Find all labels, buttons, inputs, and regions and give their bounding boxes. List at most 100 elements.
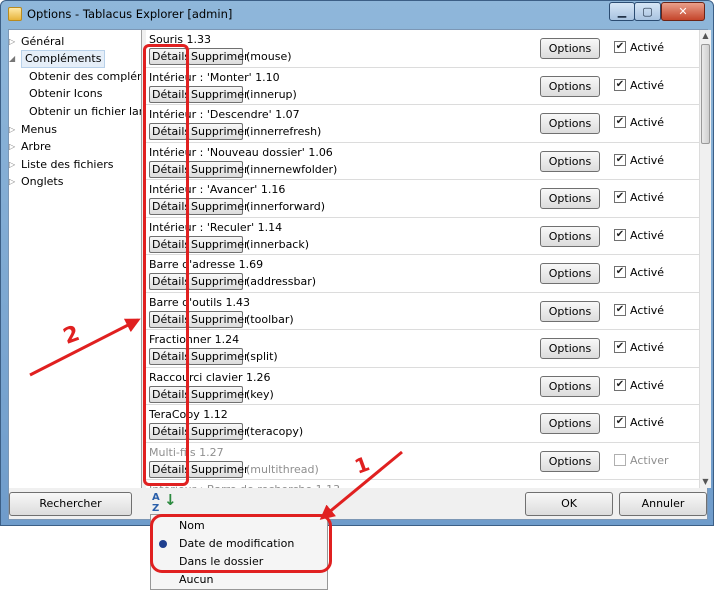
tree-expander-icon[interactable]: ▷ [9, 34, 17, 50]
sort-menu-item[interactable]: Aucun [151, 571, 327, 589]
plugin-id: (teracopy) [246, 425, 304, 438]
tree-expander-icon[interactable]: ▷ [9, 139, 17, 155]
options-button[interactable]: Options [540, 225, 600, 247]
scroll-thumb[interactable] [701, 44, 710, 144]
options-button[interactable]: Options [540, 300, 600, 322]
enable-label: Activé [630, 191, 665, 204]
tree-expander-icon[interactable]: ◢ [9, 51, 17, 67]
tree-expander-icon[interactable]: ▷ [9, 174, 17, 190]
delete-button[interactable]: Supprimer [188, 235, 249, 253]
details-button[interactable]: Détails [149, 423, 190, 440]
options-button[interactable]: Options [540, 150, 600, 172]
plugin-id: (multithread) [246, 462, 319, 476]
enable-label: Activé [630, 266, 665, 279]
enable-checkbox[interactable] [614, 453, 626, 466]
plugin-row: Souris 1.33 Détails Supprimer (mouse) Option… [146, 30, 699, 68]
delete-button[interactable]: Supprimer [188, 160, 249, 178]
enable-label: Activé [630, 416, 665, 429]
options-button[interactable]: Options [540, 375, 600, 397]
details-button[interactable]: Détails [149, 160, 190, 178]
enable-checkbox[interactable]: ✔ [614, 416, 626, 428]
minimize-button[interactable]: ▁ [609, 2, 635, 21]
options-button[interactable]: Options [540, 188, 600, 209]
details-button[interactable]: Détails [149, 310, 190, 328]
ok-button[interactable]: OK [525, 492, 613, 516]
plugin-id: (innerforward) [246, 200, 326, 213]
plugin-name: Raccourci clavier 1.26 [149, 370, 271, 384]
delete-button[interactable]: Supprimer [188, 348, 249, 365]
plugin-id: (mouse) [246, 50, 292, 63]
delete-button[interactable]: Supprimer [188, 460, 249, 478]
enable-checkbox[interactable]: ✔ [614, 78, 626, 91]
sort-az-letter-a: A [152, 492, 160, 503]
enable-label: Activé [630, 41, 665, 54]
enable-checkbox[interactable]: ✔ [614, 228, 626, 241]
enable-checkbox[interactable]: ✔ [614, 116, 626, 128]
sort-az-icon[interactable]: A Z ↓ [152, 492, 178, 516]
delete-button[interactable]: Supprimer [188, 85, 249, 103]
delete-button[interactable]: Supprimer [188, 123, 249, 140]
enable-checkbox[interactable]: ✔ [614, 341, 626, 353]
cancel-button[interactable]: Annuler [619, 492, 707, 516]
search-button[interactable]: Rechercher [9, 492, 132, 516]
details-button[interactable]: Détails [149, 235, 190, 253]
options-button[interactable]: Options [540, 450, 600, 472]
details-button[interactable]: Détails [149, 198, 190, 215]
plugin-id: (innerback) [246, 237, 310, 251]
close-button[interactable]: ✕ [661, 2, 705, 21]
enable-checkbox[interactable]: ✔ [614, 153, 626, 166]
sort-menu-item-label: Aucun [179, 573, 214, 586]
details-button[interactable]: Détails [149, 460, 190, 478]
options-button[interactable]: Options [540, 338, 600, 359]
tree-expander-icon[interactable]: ▷ [9, 122, 17, 138]
plugin-row: Multi-fils 1.27 Détails Supprimer (multithr… [146, 443, 699, 480]
options-button[interactable]: Options [540, 113, 600, 134]
options-button[interactable]: Options [540, 413, 600, 434]
tree-item-label: Obtenir Icons [29, 87, 103, 100]
sort-menu-item[interactable]: Dans le dossier [151, 553, 327, 571]
enable-label: Activé [630, 303, 665, 317]
enable-checkbox[interactable]: ✔ [614, 266, 626, 278]
delete-button[interactable]: Supprimer [188, 48, 249, 65]
enable-checkbox[interactable]: ✔ [614, 191, 626, 203]
tree-item-label: Arbre [21, 140, 52, 153]
scroll-up-icon[interactable]: ▲ [700, 30, 711, 42]
maximize-button[interactable]: ▢ [634, 2, 661, 21]
sort-menu-item[interactable]: Date de modification [151, 535, 327, 553]
delete-button[interactable]: Supprimer [188, 310, 249, 328]
enable-checkbox[interactable]: ✔ [614, 378, 626, 391]
plugin-row: TeraCopy 1.12 Détails Supprimer (teracopy) O… [146, 405, 699, 443]
plugin-name: Intérieur : 'Avancer' 1.16 [149, 183, 286, 196]
options-button[interactable]: Options [540, 75, 600, 97]
tree-expander-icon[interactable]: ▷ [9, 157, 17, 173]
plugin-id: (innernewfolder) [246, 162, 338, 176]
delete-button[interactable]: Supprimer [188, 385, 249, 403]
sort-menu-item[interactable]: Nom [151, 517, 327, 535]
plugin-row: Barre d'adresse 1.69 Détails Supprimer (add… [146, 255, 699, 293]
details-button[interactable]: Détails [149, 273, 190, 290]
delete-button[interactable]: Supprimer [188, 423, 249, 440]
details-button[interactable]: Détails [149, 385, 190, 403]
window-title: Options - Tablacus Explorer [admin] [27, 7, 233, 21]
enable-checkbox[interactable]: ✔ [614, 41, 626, 53]
tree-item-label: Liste des fichiers [21, 158, 114, 171]
plugin-id: (innerrefresh) [246, 125, 322, 138]
options-button[interactable]: Options [540, 263, 600, 284]
details-button[interactable]: Détails [149, 348, 190, 365]
enable-label: Activé [630, 116, 665, 129]
details-button[interactable]: Détails [149, 85, 190, 103]
options-button[interactable]: Options [540, 38, 600, 59]
enable-checkbox[interactable]: ✔ [614, 303, 626, 316]
plugin-row: Intérieur : 'Reculer' 1.14 Détails Supprim… [146, 218, 699, 255]
vertical-scrollbar[interactable]: ▲ ▼ [699, 30, 711, 488]
delete-button[interactable]: Supprimer [188, 198, 249, 215]
details-button[interactable]: Détails [149, 48, 190, 65]
tree-item-label: Onglets [21, 175, 64, 188]
title-bar[interactable]: Options - Tablacus Explorer [admin] ▁ ▢ … [1, 1, 713, 29]
tree-item-label: Obtenir des compléme [29, 70, 142, 83]
scroll-down-icon[interactable]: ▼ [700, 476, 711, 488]
sort-menu-item-label: Dans le dossier [179, 555, 264, 568]
delete-button[interactable]: Supprimer [188, 273, 249, 290]
radio-selected-icon [159, 540, 167, 548]
details-button[interactable]: Détails [149, 123, 190, 140]
